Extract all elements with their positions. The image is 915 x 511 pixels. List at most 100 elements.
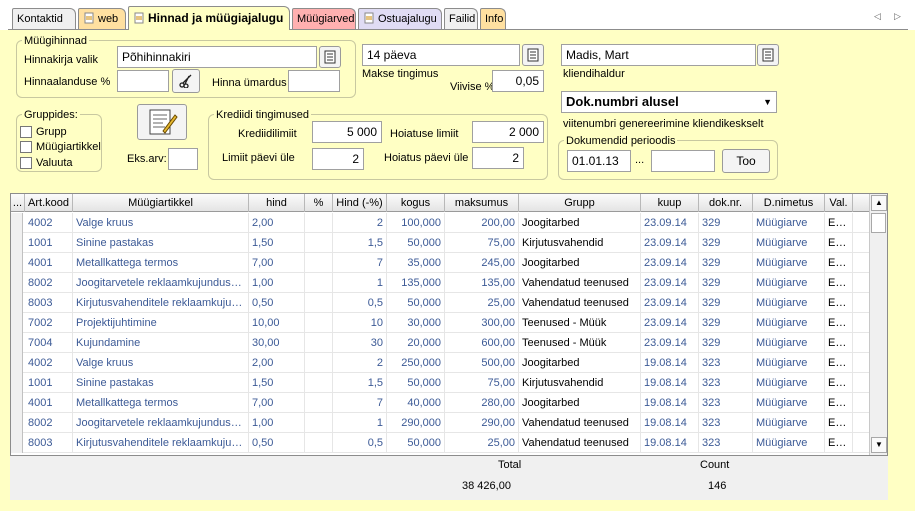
tab-ostuajalugu[interactable]: Ostuajalugu bbox=[358, 8, 442, 30]
column-header[interactable]: kuup bbox=[641, 194, 699, 212]
table-row[interactable]: 1001 Sinine pastakas 1,50 1,5 50,000 75,00 Kir… bbox=[11, 373, 869, 393]
table-cell: 0,5 bbox=[333, 293, 387, 313]
table-cell: Joogitarvetele reklaamkujunduse ... bbox=[73, 413, 249, 433]
table-cell: Kirjutusvahendid bbox=[519, 233, 641, 253]
table-cell: Vahendatud teenused bbox=[519, 433, 641, 453]
discount-tool-button[interactable] bbox=[172, 69, 200, 93]
payment-terms-lookup-button[interactable] bbox=[522, 44, 544, 66]
table-cell: 30,00 bbox=[249, 333, 305, 353]
table-cell: EUR bbox=[825, 273, 853, 293]
period-from-field[interactable]: 01.01.13 bbox=[567, 150, 631, 172]
over-days-field[interactable]: 2 bbox=[312, 148, 364, 170]
row-selector[interactable] bbox=[11, 293, 23, 313]
column-header[interactable]: % bbox=[305, 194, 333, 212]
table-cell: 100,000 bbox=[387, 213, 445, 233]
price-list-lookup-button[interactable] bbox=[319, 46, 341, 68]
tab-label: Ostuajalugu bbox=[378, 13, 437, 25]
table-cell: 4001 bbox=[25, 253, 73, 273]
vertical-scrollbar[interactable]: ▲ ▼ bbox=[869, 194, 887, 455]
table-cell: 4002 bbox=[25, 353, 73, 373]
table-cell: 600,00 bbox=[445, 333, 519, 353]
table-row[interactable]: 8002 Joogitarvetele reklaamkujunduse ... 1… bbox=[11, 413, 869, 433]
column-header[interactable]: maksumus bbox=[445, 194, 519, 212]
column-header[interactable]: hind bbox=[249, 194, 305, 212]
table-row[interactable]: 4002 Valge kruus 2,00 2 100,000 200,00 Joogita… bbox=[11, 213, 869, 233]
table-row[interactable]: 8003 Kirjutusvahenditele reklaamkujund...… bbox=[11, 293, 869, 313]
period-to-field[interactable] bbox=[651, 150, 715, 172]
tab-web[interactable]: web bbox=[78, 8, 126, 30]
table-row[interactable]: 8002 Joogitarvetele reklaamkujunduse ... 1… bbox=[11, 273, 869, 293]
table-cell: 300,00 bbox=[445, 313, 519, 333]
table-cell: 2 bbox=[333, 213, 387, 233]
table-cell: 7,00 bbox=[249, 253, 305, 273]
table-cell bbox=[305, 433, 333, 453]
tab-next-arrow-icon[interactable]: ▷ bbox=[894, 11, 901, 22]
column-header[interactable]: kogus bbox=[387, 194, 445, 212]
table-cell: 40,000 bbox=[387, 393, 445, 413]
table-cell: Teenused - Müük bbox=[519, 313, 641, 333]
account-manager-lookup-button[interactable] bbox=[757, 44, 779, 66]
row-selector[interactable] bbox=[11, 313, 23, 333]
row-selector[interactable] bbox=[11, 333, 23, 353]
table-row[interactable]: 4002 Valge kruus 2,00 2 250,000 500,00 Joogita… bbox=[11, 353, 869, 373]
payment-terms-field[interactable]: 14 päeva bbox=[362, 44, 520, 66]
currency-checkbox[interactable] bbox=[20, 157, 32, 169]
credit-limit-field[interactable]: 5 000 bbox=[312, 121, 382, 143]
row-selector[interactable] bbox=[11, 273, 23, 293]
table-cell: 290,000 bbox=[387, 413, 445, 433]
table-cell: 323 bbox=[699, 413, 753, 433]
tab-myygiarved[interactable]: Müügiarved bbox=[292, 8, 356, 30]
tab-hinnad[interactable]: Hinnad ja müügiajalugu bbox=[128, 6, 290, 30]
row-selector[interactable] bbox=[11, 253, 23, 273]
row-selector[interactable] bbox=[11, 233, 23, 253]
row-selector[interactable] bbox=[11, 413, 23, 433]
report-button[interactable] bbox=[137, 104, 187, 140]
scroll-down-arrow-icon[interactable]: ▼ bbox=[871, 437, 887, 453]
table-row[interactable]: 7004 Kujundamine 30,00 30 20,000 600,00 Teenus… bbox=[11, 333, 869, 353]
group-checkbox[interactable] bbox=[20, 126, 32, 138]
column-header[interactable]: Hind (-%) bbox=[333, 194, 387, 212]
account-manager-field[interactable]: Madis, Mart bbox=[561, 44, 756, 66]
row-selector[interactable] bbox=[11, 433, 23, 453]
fetch-button[interactable]: Too bbox=[722, 149, 770, 173]
table-cell: Sinine pastakas bbox=[73, 233, 249, 253]
column-header[interactable]: Art.kood bbox=[25, 194, 73, 212]
column-header[interactable]: Grupp bbox=[519, 194, 641, 212]
warning-limit-field[interactable]: 2 000 bbox=[472, 121, 544, 143]
penalty-field[interactable]: 0,05 bbox=[492, 70, 544, 92]
table-cell: Vahendatud teenused bbox=[519, 273, 641, 293]
row-selector[interactable] bbox=[11, 373, 23, 393]
rounding-field[interactable] bbox=[288, 70, 340, 92]
column-header[interactable]: ... bbox=[11, 194, 25, 212]
tab-label: Failid bbox=[449, 13, 476, 25]
sales-item-checkbox[interactable] bbox=[20, 141, 32, 153]
column-header[interactable]: dok.nr. bbox=[699, 194, 753, 212]
tab-failid[interactable]: Failid bbox=[444, 8, 478, 30]
row-selector[interactable] bbox=[11, 393, 23, 413]
table-row[interactable]: 4001 Metallkattega termos 7,00 7 40,000 280,0… bbox=[11, 393, 869, 413]
price-list-field[interactable]: Põhihinnakiri bbox=[117, 46, 317, 68]
table-cell: 329 bbox=[699, 233, 753, 253]
table-cell: 8002 bbox=[25, 273, 73, 293]
table-row[interactable]: 1001 Sinine pastakas 1,50 1,5 50,000 75,00 Kir… bbox=[11, 233, 869, 253]
scroll-thumb[interactable] bbox=[871, 213, 886, 233]
table-row[interactable]: 7002 Projektijuhtimine 10,00 10 30,000 300,00… bbox=[11, 313, 869, 333]
table-cell: Joogitarvetele reklaamkujunduse ... bbox=[73, 273, 249, 293]
row-selector[interactable] bbox=[11, 213, 23, 233]
column-header[interactable]: D.nimetus bbox=[753, 194, 825, 212]
copies-field[interactable] bbox=[168, 148, 198, 170]
tab-prev-arrow-icon[interactable]: ◁ bbox=[874, 11, 881, 22]
warning-days-field[interactable]: 2 bbox=[472, 147, 524, 169]
tab-info[interactable]: Info bbox=[480, 8, 506, 30]
column-header[interactable]: Müügiartikkel bbox=[73, 194, 249, 212]
scroll-up-arrow-icon[interactable]: ▲ bbox=[871, 195, 887, 211]
table-cell: 19.08.14 bbox=[641, 413, 699, 433]
tab-label: Müügiarved bbox=[297, 13, 355, 25]
column-header[interactable]: Val. bbox=[825, 194, 853, 212]
discount-field[interactable] bbox=[117, 70, 169, 92]
tab-kontaktid[interactable]: Kontaktid bbox=[12, 8, 76, 30]
table-row[interactable]: 8003 Kirjutusvahenditele reklaamkujund...… bbox=[11, 433, 869, 453]
table-row[interactable]: 4001 Metallkattega termos 7,00 7 35,000 245,0… bbox=[11, 253, 869, 273]
refnum-select[interactable]: Dok.numbri alusel ▼ bbox=[561, 91, 777, 113]
row-selector[interactable] bbox=[11, 353, 23, 373]
